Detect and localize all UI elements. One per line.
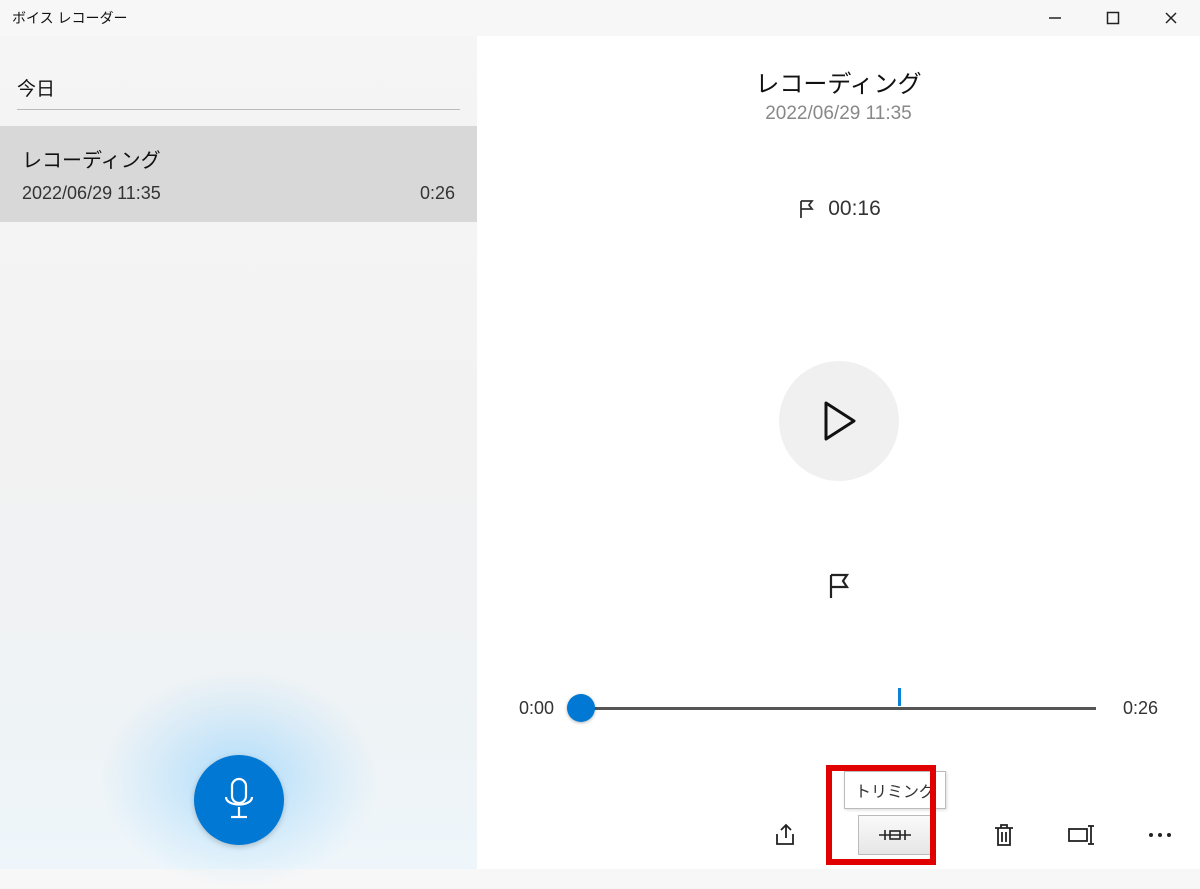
- more-button[interactable]: [1140, 815, 1180, 855]
- add-marker-button[interactable]: [824, 571, 854, 606]
- close-button[interactable]: [1142, 0, 1200, 36]
- detail-panel: レコーディング 2022/06/29 11:35 00:16 0:00: [477, 36, 1200, 869]
- timeline-start-label: 0:00: [519, 698, 567, 719]
- timeline-line: [581, 707, 1096, 710]
- recording-item-title: レコーディング: [22, 144, 455, 173]
- microphone-icon: [222, 777, 256, 823]
- record-button[interactable]: [194, 755, 284, 845]
- trash-icon: [992, 822, 1016, 848]
- minimize-icon: [1048, 11, 1062, 25]
- rename-button[interactable]: [1062, 815, 1102, 855]
- share-icon: [773, 822, 799, 848]
- maximize-icon: [1106, 11, 1120, 25]
- timeline: 0:00 0:26: [477, 696, 1200, 720]
- sidebar-section-label: 今日: [17, 74, 477, 101]
- detail-title: レコーディング: [755, 64, 921, 99]
- play-button[interactable]: [779, 361, 899, 481]
- delete-button[interactable]: [984, 815, 1024, 855]
- maximize-button[interactable]: [1084, 0, 1142, 36]
- app-title: ボイス レコーダー: [12, 8, 127, 28]
- recording-list-item[interactable]: レコーディング 2022/06/29 11:35 0:26: [0, 126, 477, 222]
- close-icon: [1164, 11, 1178, 25]
- timeline-thumb[interactable]: [567, 694, 595, 722]
- marker-row: 00:16: [796, 197, 881, 221]
- recording-item-date: 2022/06/29 11:35: [22, 183, 161, 204]
- timeline-track[interactable]: [581, 696, 1096, 720]
- recording-item-meta: 2022/06/29 11:35 0:26: [22, 183, 455, 204]
- trim-button[interactable]: [858, 815, 932, 855]
- rename-icon: [1067, 824, 1097, 846]
- trim-tooltip: トリミング: [844, 771, 946, 809]
- trim-group: トリミング: [844, 771, 946, 855]
- sidebar-separator: [17, 109, 460, 110]
- play-icon: [820, 399, 858, 443]
- detail-subtitle: 2022/06/29 11:35: [765, 103, 912, 125]
- sidebar: 今日 レコーディング 2022/06/29 11:35 0:26: [0, 36, 477, 869]
- window-controls: [1026, 0, 1200, 36]
- titlebar: ボイス レコーダー: [0, 0, 1200, 36]
- detail-toolbar: トリミング: [766, 771, 1180, 855]
- flag-icon: [824, 571, 854, 601]
- timeline-marker-tick: [898, 688, 901, 706]
- recording-item-duration: 0:26: [420, 183, 455, 204]
- timeline-end-label: 0:26: [1110, 698, 1158, 719]
- share-button[interactable]: [766, 815, 806, 855]
- main: 今日 レコーディング 2022/06/29 11:35 0:26 レコーディング…: [0, 36, 1200, 869]
- more-icon: [1149, 833, 1171, 837]
- minimize-button[interactable]: [1026, 0, 1084, 36]
- flag-icon: [796, 198, 818, 220]
- trim-icon: [877, 825, 913, 845]
- marker-time: 00:16: [828, 197, 881, 221]
